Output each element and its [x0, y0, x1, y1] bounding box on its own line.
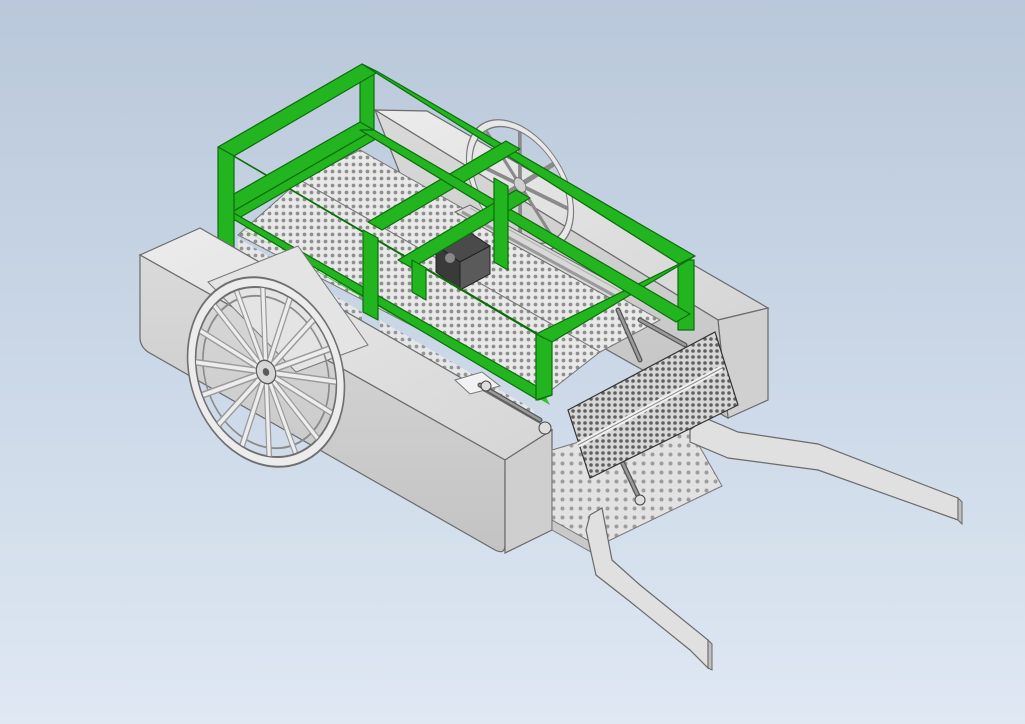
cad-viewport[interactable]: [0, 0, 1025, 724]
intake-arm-right[interactable]: [689, 417, 963, 526]
intake-arm-left[interactable]: [585, 507, 713, 671]
assembly-model[interactable]: [0, 0, 1025, 724]
